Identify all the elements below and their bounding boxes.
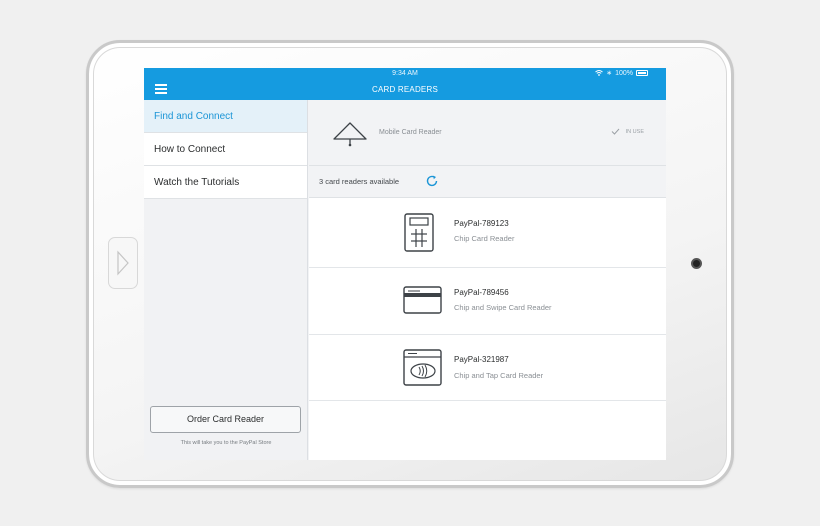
wifi-icon <box>595 70 604 76</box>
reader-item-1[interactable]: PayPal-789123 Chip Card Reader <box>309 198 666 268</box>
mobile-card-reader-icon <box>333 122 367 147</box>
reader-type: Chip and Tap Card Reader <box>454 371 544 380</box>
sidebar-item-how-to-connect[interactable]: How to Connect <box>144 133 307 166</box>
order-card-reader-button[interactable]: Order Card Reader <box>150 406 301 433</box>
reader-name: PayPal-321987 <box>454 355 509 364</box>
tap-reader-icon <box>403 349 442 386</box>
mobile-reader-label: Mobile Card Reader <box>379 129 442 136</box>
available-readers-row: 3 card readers available <box>309 166 666 198</box>
reader-item-3[interactable]: PayPal-321987 Chip and Tap Card Reader <box>309 335 666 401</box>
chevron-right-icon <box>117 250 129 276</box>
camera <box>691 258 702 269</box>
reader-item-2[interactable]: PayPal-789456 Chip and Swipe Card Reader <box>309 268 666 335</box>
page-title: CARD READERS <box>372 85 438 94</box>
reader-type: Chip and Swipe Card Reader <box>454 303 552 312</box>
status-time: 9:34 AM <box>392 70 418 77</box>
screen: 9:34 AM ∗ 100% CARD READERS Find and Con… <box>144 68 666 460</box>
chip-reader-icon <box>404 213 434 252</box>
swipe-reader-icon <box>403 286 442 314</box>
bluetooth-icon: ∗ <box>606 70 613 77</box>
reader-name: PayPal-789456 <box>454 288 509 297</box>
reader-name: PayPal-789123 <box>454 219 509 228</box>
side-tab-handle[interactable] <box>108 237 138 289</box>
mobile-card-reader-row[interactable]: Mobile Card Reader IN USE <box>309 100 666 166</box>
app-bar: 9:34 AM ∗ 100% CARD READERS <box>144 68 666 100</box>
order-note: This will take you to the PayPal Store <box>180 440 272 446</box>
refresh-icon[interactable] <box>425 174 439 188</box>
sidebar: Find and Connect How to Connect Watch th… <box>144 100 308 460</box>
checkmark-icon <box>611 128 620 135</box>
sidebar-item-watch-tutorials[interactable]: Watch the Tutorials <box>144 166 307 199</box>
in-use-label: IN USE <box>625 128 644 135</box>
status-indicators: ∗ 100% <box>595 69 648 77</box>
main-panel: Mobile Card Reader IN USE 3 card readers… <box>309 100 666 460</box>
in-use-status: IN USE <box>611 128 644 135</box>
battery-percent: 100% <box>615 69 633 77</box>
sidebar-item-find-and-connect[interactable]: Find and Connect <box>144 100 307 133</box>
battery-icon <box>636 70 648 76</box>
reader-type: Chip Card Reader <box>454 234 515 243</box>
available-count: 3 card readers available <box>319 177 400 186</box>
